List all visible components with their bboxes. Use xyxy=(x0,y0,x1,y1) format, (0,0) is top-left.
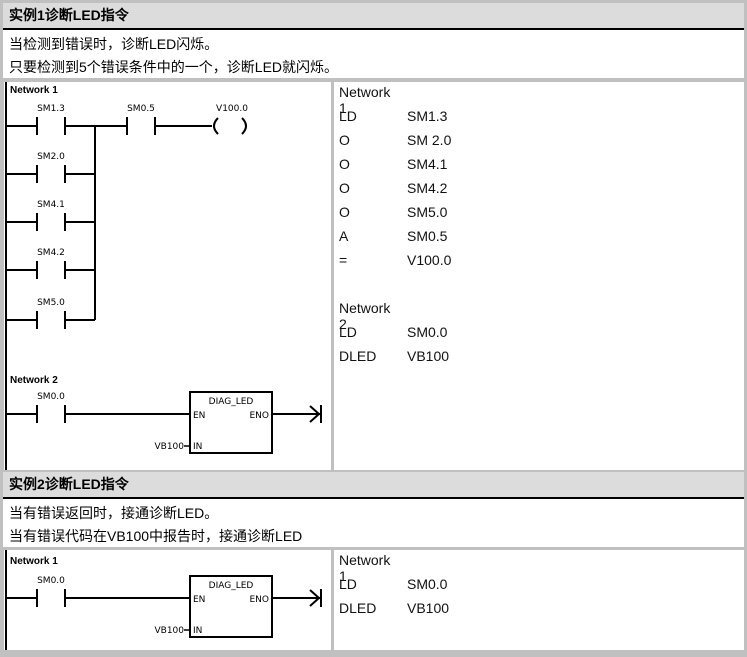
en-pin-label: EN xyxy=(193,411,205,421)
example1-ladder-panel: Network 1 SM1.3 SM0.5 V100.0 SM2.0 SM4.1 SM4.2… xyxy=(4,82,331,470)
stl-op: LD xyxy=(339,576,357,592)
example1-description: 当检测到错误时，诊断LED闪烁。 只要检测到5个错误条件中的一个，诊断LED就闪… xyxy=(3,30,744,78)
example2-stl-panel: Network 1 LD SM0.0 DLED VB100 xyxy=(334,550,744,650)
description-line: 当有错误返回时，接通诊断LED。 xyxy=(9,505,219,521)
contact-label: SM4.2 xyxy=(37,248,65,258)
coil-label: V100.0 xyxy=(216,104,248,114)
contact-label: SM1.3 xyxy=(37,104,65,114)
network-label: Network 1 xyxy=(10,85,58,96)
page: 实例1诊断LED指令 当检测到错误时，诊断LED闪烁。 只要检测到5个错误条件中… xyxy=(0,0,747,657)
stl-op: LD xyxy=(339,324,357,340)
contact-label: SM4.1 xyxy=(37,200,65,210)
stl-op: = xyxy=(339,252,348,268)
example2-description: 当有错误返回时，接通诊断LED。 当有错误代码在VB100中报告时，接通诊断LE… xyxy=(3,499,744,547)
ladder-diagram: Network 1 SM0.0 DIAG_LED EN ENO VB100 IN xyxy=(5,550,322,650)
description-line: 只要检测到5个错误条件中的一个，诊断LED就闪烁。 xyxy=(9,59,339,75)
box-title: DIAG_LED xyxy=(209,397,254,407)
stl-operand: SM0.0 xyxy=(407,576,448,592)
network-label: Network 2 xyxy=(10,375,58,386)
stl-operand: SM0.5 xyxy=(407,228,448,244)
stl-op: A xyxy=(339,228,349,244)
stl-op: LD xyxy=(339,108,357,124)
stl-operand: SM5.0 xyxy=(407,204,448,220)
contact-label: SM0.0 xyxy=(37,392,65,402)
stl-operand: SM0.0 xyxy=(407,324,448,340)
contact-label: SM0.0 xyxy=(37,576,65,586)
stl-op: O xyxy=(339,180,350,196)
in-pin-label: IN xyxy=(193,626,202,636)
box-title: DIAG_LED xyxy=(209,581,254,591)
description-line: 当检测到错误时，诊断LED闪烁。 xyxy=(9,36,219,52)
stl-operand: SM4.2 xyxy=(407,180,448,196)
description-line: 当有错误代码在VB100中报告时，接通诊断LED xyxy=(9,528,303,544)
eno-pin-label: ENO xyxy=(249,595,269,605)
stl-operand: VB100 xyxy=(407,348,450,364)
stl-op: DLED xyxy=(339,348,377,364)
stl-operand: VB100 xyxy=(407,600,450,616)
stl-op: O xyxy=(339,132,350,148)
stl-operand: V100.0 xyxy=(407,252,452,268)
contact-label: SM2.0 xyxy=(37,152,65,162)
network-label: Network 1 xyxy=(10,556,58,567)
example1-title: 实例1诊断LED指令 xyxy=(3,3,744,30)
coil-left xyxy=(213,117,219,135)
stl-op: O xyxy=(339,204,350,220)
stl-operand: SM1.3 xyxy=(407,108,448,124)
in-pin-label: IN xyxy=(193,442,202,452)
in-value: VB100 xyxy=(154,442,184,452)
contact-label: SM5.0 xyxy=(37,298,65,308)
stl-op: O xyxy=(339,156,350,172)
stl-operand: SM 2.0 xyxy=(407,132,452,148)
eno-pin-label: ENO xyxy=(249,411,269,421)
example2-ladder-panel: Network 1 SM0.0 DIAG_LED EN ENO VB100 IN xyxy=(4,550,331,650)
en-pin-label: EN xyxy=(193,595,205,605)
in-value: VB100 xyxy=(154,626,184,636)
stl-operand: SM4.1 xyxy=(407,156,448,172)
coil-right xyxy=(241,117,247,135)
example2-title: 实例2诊断LED指令 xyxy=(3,472,744,499)
example1-stl-panel: Network 1 LD SM1.3 O SM 2.0 O SM4.1 O SM4.2 O SM5.… xyxy=(334,82,744,470)
contact-label: SM0.5 xyxy=(127,104,155,114)
ladder-diagram: Network 1 SM1.3 SM0.5 V100.0 SM2.0 SM4.1 SM4.2… xyxy=(5,82,322,470)
stl-op: DLED xyxy=(339,600,377,616)
